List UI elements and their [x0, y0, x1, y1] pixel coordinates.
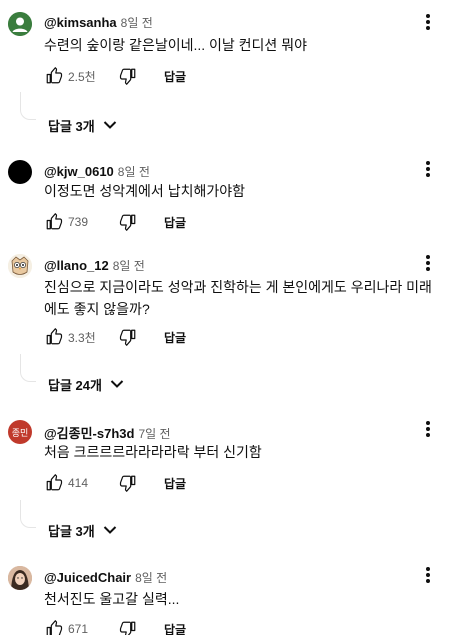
thread-connector	[20, 92, 36, 120]
comment-actions: 2.5천 답글	[44, 64, 186, 88]
comment-actions: 3.3천 답글	[44, 325, 186, 349]
more-vertical-icon	[426, 255, 430, 271]
comment-text: 진심으로 지금이라도 성악과 진학하는 게 본인에게도 우리나라 미래에도 좋지…	[44, 279, 432, 317]
comment-text: 이정도면 성악계에서 납치해가야함	[44, 183, 245, 199]
like-button[interactable]	[44, 327, 64, 347]
like-button[interactable]	[44, 212, 64, 232]
timestamp[interactable]: 8일 전	[121, 16, 153, 30]
author-name[interactable]: @kimsanha	[44, 15, 117, 30]
replies-label: 답글 3개	[48, 118, 95, 134]
like-count: 3.3천	[68, 330, 96, 345]
more-actions-button[interactable]	[418, 563, 438, 587]
replies-label: 답글 3개	[48, 523, 95, 539]
avatar-initials: 종민	[11, 428, 29, 439]
timestamp[interactable]: 7일 전	[138, 427, 170, 441]
comment-text: 천서진도 울고갈 실력...	[44, 591, 180, 607]
thumbs-up-icon	[46, 474, 63, 491]
comment-actions: 671 답글	[44, 617, 186, 635]
thumbs-up-icon	[46, 67, 63, 84]
dislike-button[interactable]	[118, 212, 138, 232]
like-count: 2.5천	[68, 69, 96, 84]
reply-button[interactable]: 답글	[164, 68, 186, 85]
avatar[interactable]: 종민	[8, 420, 32, 444]
chevron-down-icon	[110, 380, 124, 388]
thumbs-down-icon	[119, 68, 136, 85]
like-button[interactable]	[44, 66, 64, 86]
more-vertical-icon	[426, 421, 430, 437]
timestamp[interactable]: 8일 전	[113, 259, 145, 273]
thumbs-down-icon	[119, 214, 136, 231]
dislike-button[interactable]	[118, 473, 138, 493]
reply-button[interactable]: 답글	[164, 329, 186, 346]
dislike-button[interactable]	[118, 66, 138, 86]
more-vertical-icon	[426, 161, 430, 177]
comment-header: @llano_12 8일 전	[44, 257, 145, 274]
chevron-down-icon	[103, 526, 116, 534]
thumbs-down-icon	[119, 475, 136, 492]
comment-text: 처음 크르르르라라라라락 부터 신기함	[44, 444, 262, 460]
thumbs-down-icon	[119, 329, 136, 346]
reply-button[interactable]: 답글	[164, 214, 186, 231]
comment-text: 수련의 숲이랑 같은날이네... 이날 컨디션 뭐야	[44, 37, 307, 53]
like-count: 739	[68, 215, 89, 229]
more-actions-button[interactable]	[418, 157, 438, 181]
more-actions-button[interactable]	[418, 10, 438, 34]
author-name[interactable]: @llano_12	[44, 258, 109, 273]
author-name[interactable]: @김종민-s7h3d	[44, 426, 134, 441]
thread-connector	[20, 500, 36, 528]
replies-label: 답글 24개	[48, 377, 102, 393]
thumbs-up-icon	[46, 620, 63, 635]
more-actions-button[interactable]	[418, 417, 438, 441]
more-vertical-icon	[426, 567, 430, 583]
reply-button[interactable]: 답글	[164, 621, 186, 635]
dislike-button[interactable]	[118, 327, 138, 347]
more-actions-button[interactable]	[418, 251, 438, 275]
dislike-button[interactable]	[118, 619, 138, 635]
timestamp[interactable]: 8일 전	[135, 571, 167, 585]
default-avatar-icon	[8, 12, 32, 36]
like-button[interactable]	[44, 473, 64, 493]
thumbs-up-icon	[46, 213, 63, 230]
like-button[interactable]	[44, 619, 64, 635]
avatar[interactable]	[8, 566, 32, 590]
avatar[interactable]	[8, 254, 32, 278]
comment-actions: 414 답글	[44, 471, 186, 495]
chevron-down-icon	[103, 121, 116, 129]
avatar[interactable]	[8, 12, 32, 36]
comment-header: @kimsanha 8일 전	[44, 14, 153, 31]
owl-icon	[8, 254, 32, 278]
timestamp[interactable]: 8일 전	[118, 165, 150, 179]
thread-connector	[20, 354, 36, 382]
comment-header: @김종민-s7h3d 7일 전	[44, 423, 171, 442]
comment-header: @kjw_0610 8일 전	[44, 163, 150, 180]
reply-button[interactable]: 답글	[164, 475, 186, 492]
author-name[interactable]: @JuicedChair	[44, 570, 131, 585]
like-count: 671	[68, 622, 89, 635]
thumbs-up-icon	[46, 328, 63, 345]
more-vertical-icon	[426, 14, 430, 30]
avatar[interactable]	[8, 160, 32, 184]
author-name[interactable]: @kjw_0610	[44, 164, 114, 179]
comment-actions: 739 답글	[44, 210, 186, 234]
view-replies-button[interactable]: 답글 3개	[40, 110, 125, 140]
view-replies-button[interactable]: 답글 3개	[40, 515, 125, 545]
photo-avatar-icon	[8, 566, 32, 590]
view-replies-button[interactable]: 답글 24개	[40, 369, 132, 399]
comment-header: @JuicedChair 8일 전	[44, 569, 167, 586]
thumbs-down-icon	[119, 621, 136, 635]
like-count: 414	[68, 476, 89, 490]
